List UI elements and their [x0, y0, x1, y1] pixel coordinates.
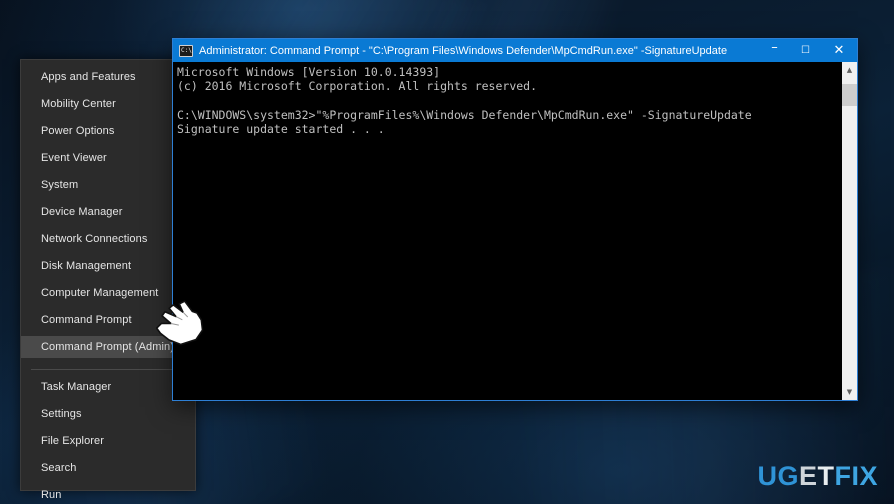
watermark-letter: U — [757, 461, 778, 491]
menu-item-label: Mobility Center — [41, 98, 116, 110]
watermark-letter: T — [817, 461, 835, 491]
menu-item-label: Command Prompt (Admin) — [41, 341, 175, 353]
console-scrollbar[interactable]: ▲ ▼ — [841, 62, 857, 400]
menu-item-label: Settings — [41, 408, 82, 420]
menu-item-command-prompt[interactable]: Command Prompt — [21, 309, 195, 331]
desktop-background: Apps and Features Mobility Center Power Op… — [0, 0, 894, 504]
menu-item-power-options[interactable]: Power Options — [21, 120, 195, 142]
menu-separator — [31, 369, 185, 370]
scrollbar-thumb[interactable] — [842, 84, 857, 106]
menu-item-search[interactable]: Search — [21, 457, 195, 479]
menu-item-computer-management[interactable]: Computer Management — [21, 282, 195, 304]
menu-item-label: System — [41, 179, 79, 191]
console-line: Microsoft Windows [Version 10.0.14393] — [177, 65, 441, 79]
menu-item-label: Computer Management — [41, 287, 159, 299]
console-output[interactable]: Microsoft Windows [Version 10.0.14393] (c… — [173, 62, 841, 400]
menu-item-label: Search — [41, 462, 77, 474]
scroll-down-arrow-icon[interactable]: ▼ — [842, 384, 857, 400]
menu-item-event-viewer[interactable]: Event Viewer — [21, 147, 195, 169]
menu-item-label: File Explorer — [41, 435, 105, 447]
menu-item-label: Disk Management — [41, 260, 132, 272]
menu-item-label: Run — [41, 489, 62, 501]
menu-item-label: Power Options — [41, 125, 115, 137]
watermark-letter: X — [859, 461, 878, 491]
scrollbar-track[interactable] — [842, 78, 857, 384]
menu-item-system[interactable]: System — [21, 174, 195, 196]
command-prompt-window[interactable]: Administrator: Command Prompt - "C:\Prog… — [172, 38, 858, 401]
menu-item-label: Task Manager — [41, 381, 112, 393]
menu-item-label: Network Connections — [41, 233, 148, 245]
window-title: Administrator: Command Prompt - "C:\Prog… — [199, 44, 728, 57]
watermark-letter: E — [798, 461, 818, 491]
ugetfix-watermark: UGETFIX — [757, 463, 878, 490]
maximize-button[interactable]: ☐ — [790, 39, 821, 62]
scroll-up-arrow-icon[interactable]: ▲ — [842, 62, 857, 78]
menu-item-apps-and-features[interactable]: Apps and Features — [21, 66, 195, 88]
menu-item-task-manager[interactable]: Task Manager — [21, 376, 195, 398]
watermark-letter: F — [834, 461, 852, 491]
console-body[interactable]: Microsoft Windows [Version 10.0.14393] (c… — [173, 62, 857, 400]
watermark-letter: G — [777, 461, 799, 491]
winx-power-user-menu[interactable]: Apps and Features Mobility Center Power Op… — [20, 59, 196, 501]
menu-item-network-connections[interactable]: Network Connections — [21, 228, 195, 250]
menu-spacer — [21, 358, 195, 363]
menu-item-device-manager[interactable]: Device Manager — [21, 201, 195, 223]
console-line: (c) 2016 Microsoft Corporation. All righ… — [177, 79, 538, 94]
menu-item-label: Device Manager — [41, 206, 123, 218]
console-line: C:\WINDOWS\system32>"%ProgramFiles%\Wind… — [177, 107, 752, 122]
menu-item-label: Event Viewer — [41, 152, 107, 164]
menu-item-mobility-center[interactable]: Mobility Center — [21, 93, 195, 115]
window-titlebar[interactable]: Administrator: Command Prompt - "C:\Prog… — [173, 39, 857, 62]
minimize-button[interactable]: – — [759, 39, 790, 62]
menu-item-settings[interactable]: Settings — [21, 403, 195, 425]
menu-item-file-explorer[interactable]: File Explorer — [21, 430, 195, 452]
close-button[interactable]: ✕ — [821, 39, 857, 62]
command-prompt-icon — [179, 44, 193, 57]
menu-item-label: Command Prompt — [41, 314, 132, 326]
console-line: Signature update started . . . — [177, 122, 385, 137]
menu-item-disk-management[interactable]: Disk Management — [21, 255, 195, 277]
menu-item-command-prompt-admin[interactable]: Command Prompt (Admin) — [21, 336, 195, 358]
menu-item-label: Apps and Features — [41, 71, 136, 83]
menu-item-run[interactable]: Run — [21, 484, 195, 504]
